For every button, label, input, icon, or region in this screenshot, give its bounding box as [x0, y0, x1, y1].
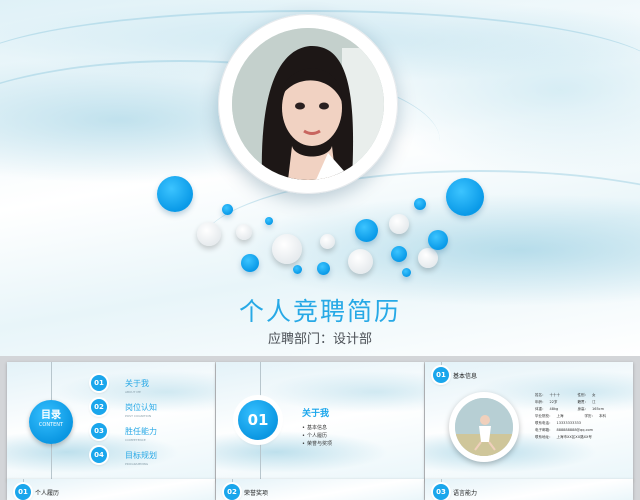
- bubble-decoration: [222, 204, 233, 215]
- info-value: 22岁: [549, 400, 558, 404]
- info-key: 学历：: [584, 414, 596, 418]
- info-value: 江: [592, 400, 596, 404]
- bubble-decoration: [236, 224, 252, 240]
- contents-badge: 目录 CONTENT: [29, 400, 73, 444]
- info-value: 十十十: [549, 393, 561, 397]
- contents-badge-sublabel: CONTENT: [38, 422, 64, 428]
- main-slide[interactable]: 个人竞聘简历 应聘部门：设计部: [0, 0, 640, 356]
- contents-item-sublabel: COMPETENCE: [125, 438, 146, 442]
- info-value: 48kg: [549, 407, 559, 411]
- info-row: 毕业院校： 上海 学历： 本科: [535, 413, 606, 420]
- resume-title: 个人竞聘简历: [238, 297, 401, 326]
- department-subtitle: 应聘部门：设计部: [267, 332, 372, 347]
- section-label: 基本信息: [453, 373, 478, 380]
- section-number-badge: 03: [433, 484, 449, 500]
- portrait-photo: [232, 28, 384, 180]
- slide-thumbnail-language[interactable]: 03 语言能力: [425, 479, 633, 500]
- profile-photo: [455, 398, 513, 456]
- contents-item-sublabel: ABOUT ME: [125, 390, 141, 394]
- portrait-frame: [218, 14, 398, 194]
- contents-item-label: 岗位认知: [125, 403, 157, 412]
- contents-item-label: 胜任能力: [125, 427, 157, 436]
- slide-thumbnail-about[interactable]: 01 关于我 基本信息 个人履历 荣誉与奖项: [216, 362, 424, 480]
- contents-item-number: 04: [91, 447, 107, 463]
- info-value: 女: [592, 393, 596, 397]
- info-value: 上海市XX区XX路XX号: [556, 435, 592, 439]
- info-value: 上海: [556, 414, 564, 418]
- bubble-decoration: [428, 230, 448, 250]
- info-key: 联系地址：: [535, 435, 553, 439]
- portrait-illustration: [232, 28, 384, 180]
- section-label: 语言能力: [453, 490, 478, 497]
- info-key: 联系电话：: [535, 421, 553, 425]
- basic-info-table: 姓名： 十十十 性别：女 年龄： 22岁 籍贯：江 体重： 48kg 身高： 165cm…: [535, 392, 606, 441]
- section-number-badge: 01: [15, 484, 31, 500]
- info-row: 姓名： 十十十 性别：女: [535, 392, 606, 399]
- info-row: 联系地址： 上海市XX区XX路XX号: [535, 434, 606, 441]
- section-bullet: 基本信息: [302, 424, 327, 431]
- info-key: 电子邮箱：: [535, 428, 553, 432]
- contents-item-label: 目标规划: [125, 451, 157, 460]
- bubble-decoration: [320, 234, 335, 249]
- section-label: 个人履历: [35, 490, 60, 497]
- info-value: 888888888@qq.com: [556, 428, 594, 432]
- bubble-decoration: [389, 214, 409, 234]
- info-row: 年龄： 22岁 籍贯：江: [535, 399, 606, 406]
- info-value: 165cm: [592, 407, 605, 411]
- info-row: 电子邮箱： 888888888@qq.com: [535, 427, 606, 434]
- slide-thumbnail-resume[interactable]: 01 个人履历: [7, 479, 215, 500]
- info-key: 体重：: [535, 407, 546, 411]
- section-title: 关于我: [302, 409, 330, 419]
- section-bullet: 荣誉与奖项: [302, 440, 332, 447]
- bubble-decoration: [402, 268, 411, 277]
- bubble-decoration: [317, 262, 330, 275]
- profile-photo-illustration: [455, 398, 513, 456]
- info-key: 姓名：: [535, 393, 546, 397]
- bubble-decoration: [355, 219, 378, 242]
- contents-item-number: 02: [91, 399, 107, 415]
- slide-thumbnail-honors[interactable]: 02 荣誉奖项: [216, 479, 424, 500]
- info-key: 身高：: [577, 407, 589, 411]
- bubble-decoration: [418, 248, 438, 268]
- slide-thumbnail-basic-info[interactable]: 01 基本信息 姓名： 十十十 性别：女 年龄： 22岁 籍贯：江 体重： 48kg …: [425, 362, 633, 480]
- bubble-decoration: [157, 176, 193, 212]
- section-bullet: 个人履历: [302, 432, 327, 439]
- info-key: 籍贯：: [577, 400, 589, 404]
- bubble-decoration: [348, 249, 373, 274]
- section-label: 荣誉奖项: [244, 490, 269, 497]
- bubble-decoration: [272, 234, 302, 264]
- info-key: 年龄：: [535, 400, 546, 404]
- bubble-decoration: [293, 265, 302, 274]
- contents-item-number: 03: [91, 423, 107, 439]
- section-number-badge: 01: [433, 367, 449, 383]
- bubble-decoration: [265, 217, 273, 225]
- bubble-decoration: [446, 178, 484, 216]
- bubble-decoration: [391, 246, 407, 262]
- slide-thumbnail-contents[interactable]: 目录 CONTENT 01 关于我 ABOUT ME 02 岗位认知 POST …: [7, 362, 215, 480]
- info-row: 联系电话： 13333333333: [535, 420, 606, 427]
- info-row: 体重： 48kg 身高： 165cm: [535, 406, 606, 413]
- section-number-badge: 02: [224, 484, 240, 500]
- contents-item-number: 01: [91, 375, 107, 391]
- contents-item-sublabel: POST COGNITION: [125, 414, 152, 418]
- section-number-badge: 01: [238, 400, 278, 440]
- profile-photo-frame: [449, 392, 519, 462]
- contents-badge-label: 目录: [41, 410, 61, 421]
- info-value: 本科: [599, 414, 606, 418]
- bubble-decoration: [241, 254, 259, 272]
- info-key: 性别：: [577, 393, 589, 397]
- info-key: 毕业院校：: [535, 414, 553, 418]
- info-value: 13333333333: [556, 421, 582, 425]
- bubble-decoration: [197, 222, 221, 246]
- contents-item-sublabel: PROGRAMMING: [125, 462, 149, 466]
- bubble-decoration: [414, 198, 426, 210]
- contents-item-label: 关于我: [125, 379, 149, 388]
